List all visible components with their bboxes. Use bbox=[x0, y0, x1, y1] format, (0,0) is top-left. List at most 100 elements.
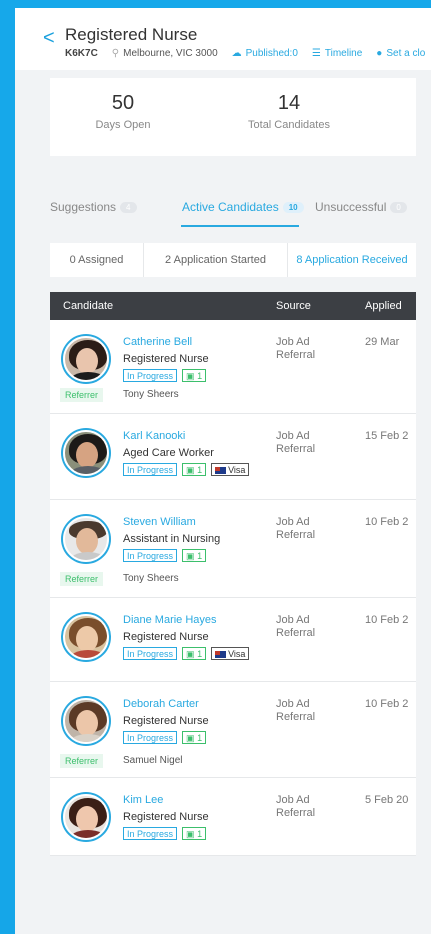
candidate-name-link[interactable]: Catherine Bell bbox=[123, 336, 192, 348]
source-cell: Job Ad Referral bbox=[276, 698, 315, 724]
source-cell: Job Ad Referral bbox=[276, 516, 315, 542]
visa-label: Visa bbox=[228, 649, 246, 659]
briefcase-icon: ▣ bbox=[186, 733, 195, 743]
source-job-ad: Job Ad bbox=[276, 794, 310, 806]
tab-active-candidates[interactable]: Active Candidates 10 bbox=[182, 200, 304, 214]
filter-assigned[interactable]: 0 Assigned bbox=[50, 243, 144, 277]
avatar[interactable] bbox=[63, 336, 109, 382]
candidate-role: Registered Nurse bbox=[123, 353, 209, 365]
status-badge: In Progress bbox=[123, 731, 178, 744]
status-badge: In Progress bbox=[123, 549, 178, 562]
referrer-tag: Referrer bbox=[60, 388, 104, 402]
column-header-candidate[interactable]: Candidate bbox=[63, 300, 113, 312]
avatar[interactable] bbox=[63, 614, 109, 660]
stat-days-open: 50 Days Open bbox=[78, 92, 168, 131]
visa-badge: Visa bbox=[211, 647, 250, 660]
source-job-ad: Job Ad bbox=[276, 516, 310, 528]
location-pin-icon: ⚲ bbox=[111, 48, 120, 59]
table-row[interactable]: Deborah Carter Registered Nurse In Progr… bbox=[50, 682, 416, 778]
stat-value: 14 bbox=[277, 92, 301, 114]
job-count-badge: ▣ 1 bbox=[182, 463, 207, 476]
badge-count: 1 bbox=[197, 649, 203, 659]
tab-count: 4 bbox=[120, 202, 137, 214]
job-header: < Registered Nurse K6K7C ⚲ Melbourne, VI… bbox=[15, 8, 431, 70]
tab-label: Suggestions bbox=[50, 200, 117, 214]
source-referral: Referral bbox=[276, 807, 316, 819]
stats-card: 50 Days Open 14 Total Candidates bbox=[50, 78, 416, 156]
timeline-link[interactable]: Timeline bbox=[325, 48, 362, 59]
avatar[interactable] bbox=[63, 516, 109, 562]
table-row[interactable]: Karl Kanooki Aged Care Worker In Progres… bbox=[50, 414, 416, 500]
tab-count: 0 bbox=[390, 202, 407, 214]
source-referral: Referral bbox=[276, 443, 316, 455]
source-job-ad: Job Ad bbox=[276, 430, 310, 442]
job-count-badge: ▣ 1 bbox=[182, 827, 207, 840]
job-location: Melbourne, VIC 3000 bbox=[123, 48, 218, 59]
list-icon: ☰ bbox=[311, 48, 321, 59]
active-tab-indicator bbox=[181, 225, 299, 227]
badge-count: 1 bbox=[197, 551, 203, 561]
table-row[interactable]: Steven William Assistant in Nursing In P… bbox=[50, 500, 416, 598]
set-close-link[interactable]: Set a clo bbox=[386, 48, 425, 59]
source-cell: Job Ad Referral bbox=[276, 336, 315, 362]
table-row[interactable]: Kim Lee Registered Nurse In Progress ▣ 1… bbox=[50, 778, 416, 856]
visa-label: Visa bbox=[228, 465, 246, 475]
column-header-source[interactable]: Source bbox=[276, 300, 311, 312]
briefcase-icon: ▣ bbox=[186, 371, 195, 381]
source-referral: Referral bbox=[276, 529, 316, 541]
job-count-badge: ▣ 1 bbox=[182, 647, 207, 660]
avatar[interactable] bbox=[63, 794, 109, 840]
source-cell: Job Ad Referral bbox=[276, 430, 315, 456]
candidate-name-link[interactable]: Steven William bbox=[123, 516, 196, 528]
job-meta: K6K7C ⚲ Melbourne, VIC 3000 ☁ Published:… bbox=[65, 48, 431, 59]
column-header-applied[interactable]: Applied bbox=[365, 300, 402, 312]
candidate-role: Assistant in Nursing bbox=[123, 533, 221, 545]
job-count-badge: ▣ 1 bbox=[182, 549, 207, 562]
source-job-ad: Job Ad bbox=[276, 698, 310, 710]
candidate-name-link[interactable]: Karl Kanooki bbox=[123, 430, 185, 442]
table-row[interactable]: Catherine Bell Registered Nurse In Progr… bbox=[50, 320, 416, 414]
source-cell: Job Ad Referral bbox=[276, 614, 315, 640]
source-referral: Referral bbox=[276, 711, 316, 723]
status-filter-bar: 0 Assigned 2 Application Started 8 Appli… bbox=[50, 243, 416, 277]
cloud-icon: ☁ bbox=[231, 48, 242, 59]
status-badge: In Progress bbox=[123, 647, 178, 660]
candidate-badges: In Progress ▣ 1 Visa bbox=[123, 463, 250, 476]
applied-date: 10 Feb 2 bbox=[365, 698, 409, 710]
job-count-badge: ▣ 1 bbox=[182, 369, 207, 382]
job-code: K6K7C bbox=[65, 48, 98, 59]
clock-icon: ● bbox=[376, 48, 383, 59]
australia-flag-icon bbox=[215, 467, 227, 475]
referrer-name: Tony Sheers bbox=[123, 573, 179, 584]
referrer-tag: Referrer bbox=[60, 754, 104, 768]
avatar[interactable] bbox=[63, 698, 109, 744]
filter-application-received[interactable]: 8 Application Received bbox=[288, 243, 416, 277]
candidate-table: Catherine Bell Registered Nurse In Progr… bbox=[50, 320, 416, 856]
back-arrow-icon[interactable]: < bbox=[43, 28, 55, 48]
candidate-badges: In Progress ▣ 1 bbox=[123, 369, 207, 382]
briefcase-icon: ▣ bbox=[186, 465, 195, 475]
job-count-badge: ▣ 1 bbox=[182, 731, 207, 744]
avatar[interactable] bbox=[63, 430, 109, 476]
badge-count: 1 bbox=[197, 733, 203, 743]
candidate-name-link[interactable]: Diane Marie Hayes bbox=[123, 614, 217, 626]
candidate-role: Registered Nurse bbox=[123, 811, 209, 823]
source-referral: Referral bbox=[276, 627, 316, 639]
applied-date: 29 Mar bbox=[365, 336, 400, 348]
candidate-name-link[interactable]: Kim Lee bbox=[123, 794, 163, 806]
tab-unsuccessful[interactable]: Unsuccessful 0 bbox=[315, 200, 407, 214]
page-title: Registered Nurse bbox=[65, 25, 198, 44]
referrer-name: Tony Sheers bbox=[123, 389, 179, 400]
tab-suggestions[interactable]: Suggestions 4 bbox=[50, 200, 137, 214]
candidate-role: Aged Care Worker bbox=[123, 447, 214, 459]
candidate-role: Registered Nurse bbox=[123, 631, 209, 643]
tab-label: Unsuccessful bbox=[315, 200, 387, 214]
briefcase-icon: ▣ bbox=[186, 551, 195, 561]
table-row[interactable]: Diane Marie Hayes Registered Nurse In Pr… bbox=[50, 598, 416, 682]
candidate-name-link[interactable]: Deborah Carter bbox=[123, 698, 199, 710]
tab-label: Active Candidates bbox=[182, 200, 279, 214]
briefcase-icon: ▣ bbox=[186, 649, 195, 659]
published-link[interactable]: Published:0 bbox=[246, 48, 298, 59]
applied-date: 15 Feb 2 bbox=[365, 430, 409, 442]
filter-application-started[interactable]: 2 Application Started bbox=[144, 243, 288, 277]
